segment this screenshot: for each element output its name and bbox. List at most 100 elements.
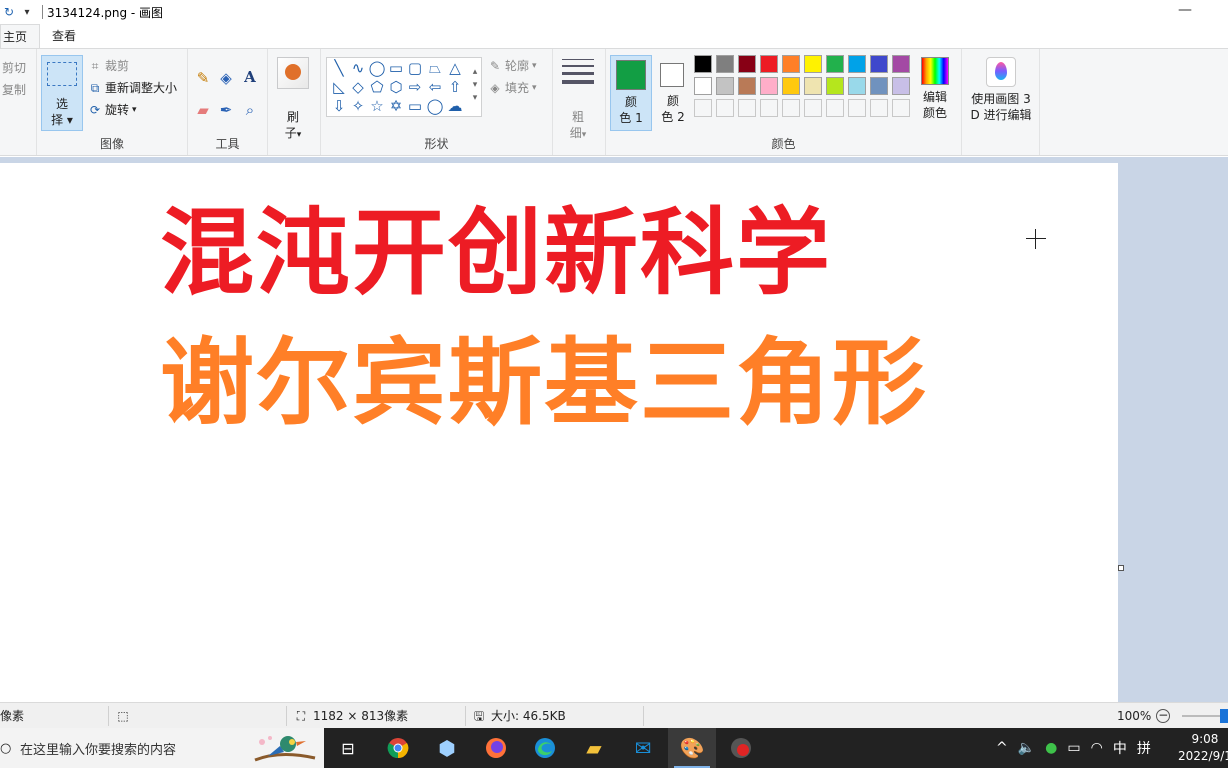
polygon-shape-icon[interactable]: ⏢: [425, 58, 445, 78]
zoom-out-icon[interactable]: −: [1156, 709, 1171, 723]
up-arrow-shape-icon[interactable]: ⇧: [445, 77, 465, 97]
dropdown-icon[interactable]: ▾: [20, 7, 34, 18]
callout-rect-shape-icon[interactable]: ▭: [405, 96, 425, 116]
palette-swatch[interactable]: [804, 99, 822, 117]
taskbar-clock[interactable]: 9:08 2022/9/1: [1178, 731, 1228, 765]
palette-swatch[interactable]: [738, 55, 756, 73]
edit-colors-button[interactable]: 编辑 颜色: [919, 55, 951, 135]
zoom-slider-thumb[interactable]: [1220, 709, 1228, 723]
color1-button[interactable]: 颜 色 1: [610, 55, 652, 131]
size-button[interactable]: 粗 细▾: [566, 93, 590, 143]
3d-viewer-app-icon[interactable]: ⬢: [423, 728, 471, 768]
rounded-rect-shape-icon[interactable]: ▢: [405, 58, 425, 78]
mail-app-icon[interactable]: ✉: [619, 728, 667, 768]
palette-swatch[interactable]: [804, 77, 822, 95]
six-point-star-shape-icon[interactable]: ✡: [386, 96, 406, 116]
palette-swatch[interactable]: [760, 77, 778, 95]
palette-swatch[interactable]: [848, 77, 866, 95]
palette-swatch[interactable]: [716, 77, 734, 95]
minimize-button[interactable]: —: [1178, 2, 1192, 18]
palette-swatch[interactable]: [782, 77, 800, 95]
redo-icon[interactable]: ↻: [2, 5, 16, 19]
wechat-icon[interactable]: ●: [1045, 740, 1057, 756]
callout-cloud-shape-icon[interactable]: ☁: [445, 96, 465, 116]
line-width-icon[interactable]: [562, 59, 594, 89]
paint-app-icon[interactable]: 🎨: [668, 728, 716, 768]
file-explorer-app-icon[interactable]: ▰: [570, 728, 618, 768]
palette-swatch[interactable]: [760, 99, 778, 117]
taskbar-search[interactable]: ○ 在这里输入你要搜索的内容: [0, 728, 324, 768]
diamond-shape-icon[interactable]: ◇: [348, 77, 368, 97]
palette-swatch[interactable]: [804, 55, 822, 73]
battery-icon[interactable]: ▭: [1067, 740, 1080, 756]
ime-mode[interactable]: 中: [1113, 738, 1127, 758]
ime-layout[interactable]: 拼: [1137, 738, 1151, 758]
rotate-button[interactable]: ⟳ 旋转 ▾: [88, 101, 137, 118]
palette-swatch[interactable]: [892, 99, 910, 117]
outline-button[interactable]: ✎ 轮廓 ▾: [488, 57, 537, 74]
drawing-canvas[interactable]: 混沌开创新科学 谢尔宾斯基三角形: [0, 163, 1118, 702]
brush-icon[interactable]: [277, 57, 309, 89]
palette-swatch[interactable]: [870, 77, 888, 95]
chrome-app-icon[interactable]: [374, 728, 422, 768]
four-point-star-shape-icon[interactable]: ✧: [348, 96, 368, 116]
five-point-star-shape-icon[interactable]: ☆: [367, 96, 387, 116]
palette-swatch[interactable]: [848, 99, 866, 117]
tab-view[interactable]: 查看: [40, 24, 88, 48]
volume-icon[interactable]: 🔈: [1018, 740, 1035, 756]
right-arrow-shape-icon[interactable]: ⇨: [405, 77, 425, 97]
wifi-icon[interactable]: ◠: [1091, 740, 1103, 756]
magnifier-icon[interactable]: ⌕: [241, 101, 259, 119]
eraser-icon[interactable]: ▰: [194, 101, 212, 119]
fill-button[interactable]: ◈ 填充 ▾: [488, 79, 536, 96]
rectangle-shape-icon[interactable]: ▭: [386, 58, 406, 78]
palette-swatch[interactable]: [892, 55, 910, 73]
palette-swatch[interactable]: [826, 55, 844, 73]
color-picker-icon[interactable]: ✒: [217, 101, 235, 119]
palette-swatch[interactable]: [782, 99, 800, 117]
text-icon[interactable]: A: [241, 68, 259, 86]
palette-swatch[interactable]: [826, 77, 844, 95]
palette-swatch[interactable]: [738, 99, 756, 117]
hexagon-shape-icon[interactable]: ⬡: [386, 77, 406, 97]
palette-swatch[interactable]: [694, 99, 712, 117]
palette-swatch[interactable]: [782, 55, 800, 73]
palette-swatch[interactable]: [848, 55, 866, 73]
palette-swatch[interactable]: [760, 55, 778, 73]
crop-button[interactable]: ⌗ 裁剪: [88, 57, 129, 74]
palette-swatch[interactable]: [716, 99, 734, 117]
callout-oval-shape-icon[interactable]: ◯: [425, 96, 445, 116]
brush-button[interactable]: 刷 子▾: [281, 93, 305, 143]
copy-button[interactable]: 复制: [2, 81, 26, 98]
select-button[interactable]: 选 择 ▾: [41, 55, 83, 131]
palette-swatch[interactable]: [738, 77, 756, 95]
pentagon-shape-icon[interactable]: ⬠: [367, 77, 387, 97]
gallery-scroll-icon[interactable]: ▴ ▾ ▾: [465, 66, 485, 103]
color2-button[interactable]: 颜 色 2: [652, 55, 694, 131]
pencil-icon[interactable]: ✎: [194, 69, 212, 87]
resize-button[interactable]: ⧉ 重新调整大小: [88, 79, 177, 96]
left-arrow-shape-icon[interactable]: ⇦: [425, 77, 445, 97]
down-arrow-shape-icon[interactable]: ⇩: [329, 96, 349, 116]
palette-swatch[interactable]: [694, 77, 712, 95]
oval-shape-icon[interactable]: ◯: [367, 58, 387, 78]
palette-swatch[interactable]: [870, 99, 888, 117]
fill-bucket-icon[interactable]: ◈: [217, 69, 235, 87]
curve-shape-icon[interactable]: ∿: [348, 58, 368, 78]
canvas-resize-handle[interactable]: [1118, 565, 1124, 571]
palette-swatch[interactable]: [870, 55, 888, 73]
edge-app-icon[interactable]: [521, 728, 569, 768]
palette-swatch[interactable]: [694, 55, 712, 73]
tab-home[interactable]: 主页: [0, 24, 41, 48]
palette-swatch[interactable]: [826, 99, 844, 117]
task-view-icon[interactable]: ⊟: [324, 728, 372, 768]
cut-button[interactable]: 剪切: [2, 59, 26, 76]
line-shape-icon[interactable]: ╲: [329, 58, 349, 78]
triangle-shape-icon[interactable]: △: [445, 58, 465, 78]
paint3d-button[interactable]: 使用画图 3 D 进行编辑: [966, 55, 1036, 135]
recorder-app-icon[interactable]: [717, 728, 765, 768]
palette-swatch[interactable]: [716, 55, 734, 73]
right-triangle-shape-icon[interactable]: ◺: [329, 77, 349, 97]
palette-swatch[interactable]: [892, 77, 910, 95]
firefox-app-icon[interactable]: [472, 728, 520, 768]
